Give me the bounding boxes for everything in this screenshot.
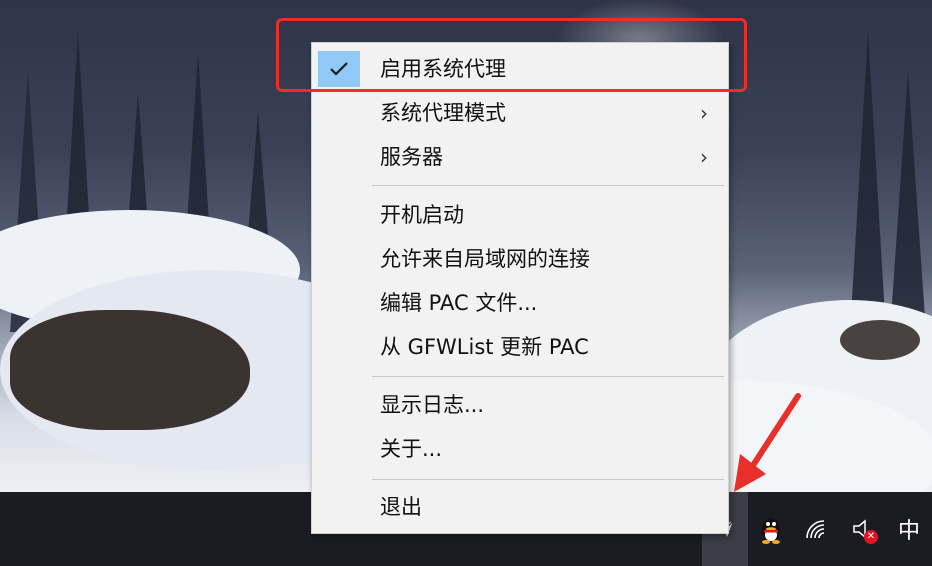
menu-item-show-logs[interactable]: 显示日志... — [312, 383, 728, 427]
menu-item-label: 允许来自局域网的连接 — [380, 247, 590, 271]
annotation-arrow-icon — [734, 393, 801, 492]
wifi-icon — [806, 520, 825, 539]
chevron-right-icon: › — [700, 101, 708, 125]
menu-item-label: 显示日志... — [380, 393, 485, 417]
ime-label: 中 — [897, 519, 920, 544]
rock — [840, 320, 920, 360]
qq-tray-icon[interactable] — [748, 492, 794, 566]
network-tray-icon[interactable] — [794, 492, 840, 566]
menu-item-servers[interactable]: 服务器 › — [312, 135, 728, 179]
menu-item-label: 退出 — [380, 495, 422, 519]
menu-item-label: 开机启动 — [380, 203, 464, 227]
tree — [850, 32, 886, 332]
menu-item-quit[interactable]: 退出 — [312, 485, 728, 529]
mute-x-icon: ✕ — [864, 530, 878, 544]
menu-item-start-on-boot[interactable]: 开机启动 — [312, 193, 728, 237]
menu-item-label: 系统代理模式 — [380, 101, 506, 125]
rock — [10, 310, 250, 430]
tree — [890, 72, 926, 332]
menu-item-label: 从 GFWList 更新 PAC — [380, 335, 589, 359]
chevron-right-icon: › — [700, 145, 708, 169]
menu-item-about[interactable]: 关于... — [312, 427, 728, 471]
shadowsocks-context-menu: 启用系统代理 系统代理模式 › 服务器 › 开机启动 允许来自局域网的连接 编辑… — [311, 42, 729, 534]
annotation-highlight-box — [276, 18, 747, 92]
menu-separator — [372, 376, 724, 377]
menu-item-label: 服务器 — [380, 145, 443, 169]
input-method-indicator[interactable]: 中 — [886, 492, 932, 566]
qq-icon — [762, 518, 780, 544]
menu-item-label: 编辑 PAC 文件... — [380, 291, 538, 315]
menu-item-edit-pac[interactable]: 编辑 PAC 文件... — [312, 281, 728, 325]
menu-item-label: 关于... — [380, 437, 443, 461]
menu-item-allow-lan[interactable]: 允许来自局域网的连接 — [312, 237, 728, 281]
volume-tray-icon[interactable]: ✕ — [840, 492, 886, 566]
menu-separator — [372, 185, 724, 186]
menu-item-update-pac-gfwlist[interactable]: 从 GFWList 更新 PAC — [312, 325, 728, 369]
menu-separator — [372, 479, 724, 480]
menu-item-system-proxy-mode[interactable]: 系统代理模式 › — [312, 91, 728, 135]
